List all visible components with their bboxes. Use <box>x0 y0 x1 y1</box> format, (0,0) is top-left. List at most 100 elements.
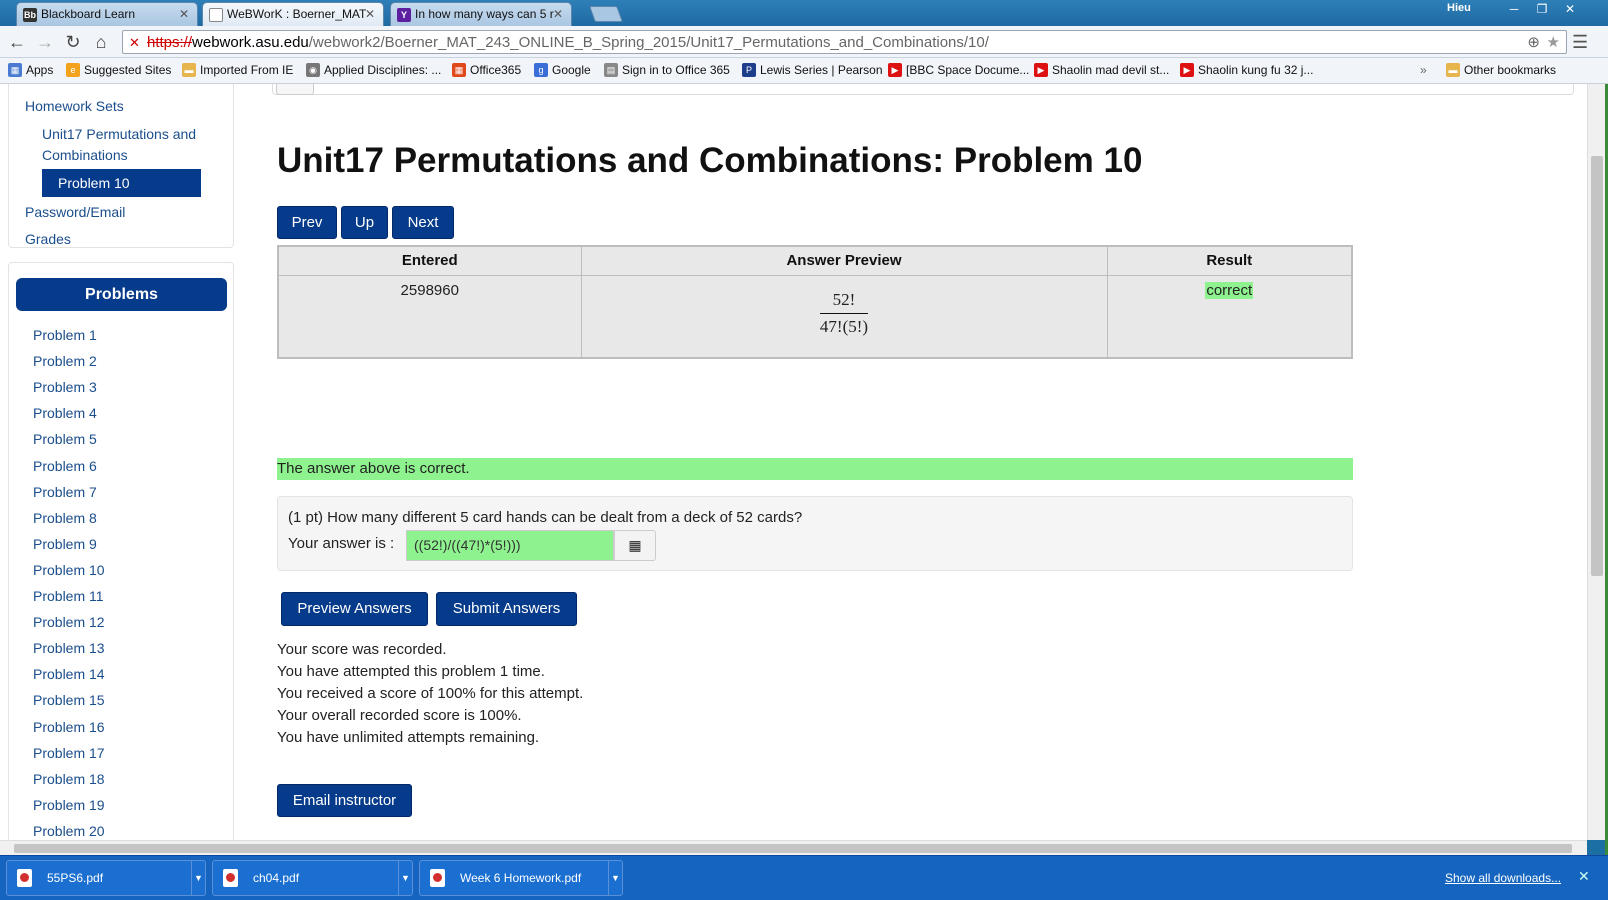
sidebar-problem-link[interactable]: Problem 11 <box>33 588 104 604</box>
pdf-icon <box>223 869 238 887</box>
prev-button[interactable]: Prev <box>277 206 337 239</box>
bookmark-other[interactable]: ▬ Other bookmarks <box>1446 63 1556 77</box>
bookmark-lewis[interactable]: P Lewis Series | Pearson <box>742 63 883 77</box>
close-window-icon[interactable]: ✕ <box>1556 0 1584 20</box>
insecure-lock-icon[interactable]: ✕ <box>129 35 140 51</box>
window-controls: ─ ❐ ✕ <box>1500 0 1584 20</box>
document-icon <box>209 8 223 22</box>
sidebar-problem-link[interactable]: Problem 3 <box>33 379 97 395</box>
chevron-down-icon[interactable]: ▼ <box>191 861 205 895</box>
download-item[interactable]: ch04.pdf ▼ <box>212 860 413 896</box>
sidebar-problem-link[interactable]: Problem 14 <box>33 666 105 682</box>
address-bar[interactable]: ✕ https://webwork.asu.edu/webwork2/Boern… <box>122 30 1567 54</box>
close-tab-icon[interactable]: ✕ <box>365 7 375 21</box>
bookmark-shaolin1[interactable]: ▶ Shaolin mad devil st... <box>1034 63 1169 77</box>
new-tab-button[interactable] <box>589 6 623 22</box>
bookmarks-overflow-icon[interactable]: » <box>1420 63 1427 77</box>
restore-icon[interactable]: ❐ <box>1528 0 1556 20</box>
preview-answers-button[interactable]: Preview Answers <box>281 592 428 626</box>
bookmark-label: Lewis Series | Pearson <box>760 63 883 77</box>
bookmark-bbc[interactable]: ▶ [BBC Space Docume... <box>888 63 1029 77</box>
bookmark-office365[interactable]: ▦ Office365 <box>452 63 521 77</box>
reload-icon[interactable]: ↻ <box>62 31 84 53</box>
sidebar-problem-link[interactable]: Problem 13 <box>33 640 105 656</box>
sidebar-password-email[interactable]: Password/Email <box>25 204 125 220</box>
sidebar-problem-link[interactable]: Problem 9 <box>33 536 97 552</box>
sidebar-problem-link[interactable]: Problem 16 <box>33 719 105 735</box>
sidebar-problem-link[interactable]: Problem 20 <box>33 823 105 839</box>
up-button[interactable]: Up <box>341 206 388 239</box>
chevron-down-icon[interactable]: ▼ <box>608 861 622 895</box>
sidebar-problem-link[interactable]: Problem 19 <box>33 797 105 813</box>
sidebar-problem-link[interactable]: Problem 2 <box>33 353 97 369</box>
sidebar-set-name-cont[interactable]: Combinations <box>42 147 128 163</box>
sidebar-problem-link[interactable]: Problem 5 <box>33 431 97 447</box>
sidebar-problem-link[interactable]: Problem 6 <box>33 458 97 474</box>
sidebar-problem-link[interactable]: Problem 15 <box>33 692 105 708</box>
answer-input[interactable]: ((52!)/((47!)*(5!))) <box>406 530 614 561</box>
google-icon: g <box>534 63 548 77</box>
sidebar-problem-link[interactable]: Problem 17 <box>33 745 105 761</box>
bookmark-applied[interactable]: ◉ Applied Disciplines: ... <box>306 63 441 77</box>
bookmark-imported[interactable]: ▬ Imported From IE <box>182 63 293 77</box>
top-nav-button[interactable] <box>276 84 314 95</box>
url-text[interactable]: https://webwork.asu.edu/webwork2/Boerner… <box>147 34 989 51</box>
folder-icon: ▬ <box>1446 63 1460 77</box>
bookmark-google[interactable]: g Google <box>534 63 591 77</box>
bookmark-label: Apps <box>26 63 54 77</box>
chevron-down-icon[interactable]: ▼ <box>398 861 412 895</box>
menu-icon[interactable]: ☰ <box>1572 32 1588 53</box>
close-download-bar-icon[interactable]: ✕ <box>1578 868 1590 885</box>
horizontal-scrollbar[interactable] <box>0 840 1587 855</box>
next-button[interactable]: Next <box>392 206 454 239</box>
scrollbar-thumb[interactable] <box>1591 156 1603 576</box>
download-filename: ch04.pdf <box>253 871 300 885</box>
tab-webwork[interactable]: WeBWorK : Boerner_MAT ✕ <box>202 2 384 27</box>
folder-icon: ▬ <box>182 63 196 77</box>
sidebar-problem-link[interactable]: Problem 12 <box>33 614 105 630</box>
sidebar-set-name[interactable]: Unit17 Permutations and <box>42 126 196 142</box>
equation-editor-grid-icon[interactable]: ▦ <box>614 530 656 561</box>
office-icon: ▦ <box>452 63 466 77</box>
status-line: You received a score of 100% for this at… <box>277 685 584 702</box>
zoom-icon[interactable]: ⊕ <box>1527 33 1540 51</box>
close-tab-icon[interactable]: ✕ <box>553 7 563 21</box>
bookmark-star-icon[interactable]: ★ <box>1547 33 1560 51</box>
vertical-scrollbar[interactable] <box>1587 84 1605 840</box>
scrollbar-thumb[interactable] <box>14 844 1572 853</box>
download-item[interactable]: 55PS6.pdf ▼ <box>6 860 206 896</box>
bookmark-shaolin2[interactable]: ▶ Shaolin kung fu 32 j... <box>1180 63 1313 77</box>
sidebar-problem-link[interactable]: Problem 4 <box>33 405 97 421</box>
bookmarks-bar: ▦ Apps e Suggested Sites ▬ Imported From IE… <box>0 58 1608 84</box>
tab-blackboard[interactable]: Bb Blackboard Learn ✕ <box>16 2 198 26</box>
submit-answers-button[interactable]: Submit Answers <box>436 592 577 626</box>
apps-grid-icon: ▦ <box>8 63 22 77</box>
close-tab-icon[interactable]: ✕ <box>179 7 189 21</box>
download-item[interactable]: Week 6 Homework.pdf ▼ <box>419 860 623 896</box>
tab-yahoo[interactable]: Y In how many ways can 5 r ✕ <box>390 2 572 26</box>
show-all-downloads-link[interactable]: Show all downloads... <box>1445 871 1561 885</box>
fraction-numerator: 52! <box>819 290 869 314</box>
answer-label: Your answer is : <box>288 535 395 552</box>
forward-icon[interactable]: → <box>34 31 56 53</box>
back-icon[interactable]: ← <box>6 31 28 53</box>
email-instructor-button[interactable]: Email instructor <box>277 784 412 817</box>
ie-icon: e <box>66 63 80 77</box>
sidebar-homework-sets[interactable]: Homework Sets <box>25 98 124 114</box>
profile-name[interactable]: Hieu <box>1447 2 1471 14</box>
sidebar-problem-link[interactable]: Problem 7 <box>33 484 97 500</box>
sidebar-current-problem[interactable]: Problem 10 <box>42 169 201 197</box>
bookmark-office-signin[interactable]: ▤ Sign in to Office 365 <box>604 63 730 77</box>
page-viewport: Homework Sets Unit17 Permutations and Co… <box>0 84 1587 840</box>
home-icon[interactable]: ⌂ <box>90 31 112 53</box>
bookmark-apps[interactable]: ▦ Apps <box>8 63 53 77</box>
sidebar-problem-link[interactable]: Problem 1 <box>33 327 97 343</box>
bookmark-label: [BBC Space Docume... <box>906 63 1030 77</box>
bookmark-label: Office365 <box>470 63 522 77</box>
sidebar-problem-link[interactable]: Problem 18 <box>33 771 105 787</box>
minimize-icon[interactable]: ─ <box>1500 0 1528 20</box>
bookmark-suggested[interactable]: e Suggested Sites <box>66 63 171 77</box>
sidebar-grades[interactable]: Grades <box>25 231 71 247</box>
sidebar-problem-link[interactable]: Problem 8 <box>33 510 97 526</box>
sidebar-problem-link[interactable]: Problem 10 <box>33 562 105 578</box>
